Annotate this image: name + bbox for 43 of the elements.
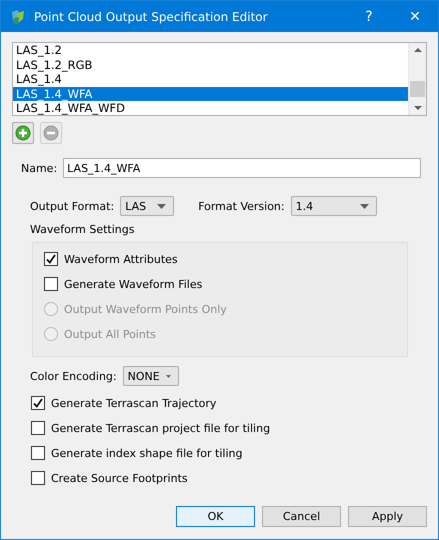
add-button[interactable]	[12, 122, 34, 144]
scroll-up-icon[interactable]	[414, 48, 422, 52]
checkbox[interactable]	[31, 396, 45, 410]
name-field[interactable]: LAS_1.4_WFA	[63, 158, 422, 178]
scroll-down-icon[interactable]	[414, 106, 422, 110]
option-label: Output All Points	[64, 328, 156, 340]
help-button[interactable]: ?	[346, 8, 392, 24]
option-label: Generate Terrascan project file for tiling	[51, 422, 270, 434]
scrollbar[interactable]	[408, 43, 426, 115]
close-button[interactable]: ✕	[392, 8, 438, 24]
caret-icon	[157, 204, 166, 208]
list-item[interactable]: LAS_1.4	[13, 72, 408, 86]
checkbox[interactable]	[31, 421, 45, 435]
list-item[interactable]: LAS_1.4_WFA	[13, 86, 408, 101]
list-item[interactable]: LAS_1.2_RGB	[13, 58, 408, 72]
output-format-label: Output Format:	[30, 200, 114, 212]
option-label: Generate Terrascan Trajectory	[51, 396, 216, 410]
option-label: Generate Waveform Files	[64, 278, 202, 290]
option-label: Output Waveform Points Only	[64, 302, 227, 316]
checkbox[interactable]	[44, 252, 58, 266]
output-format-dropdown[interactable]: LAS	[120, 196, 174, 216]
list-item[interactable]: LAS_1.4_WFA_WFD	[13, 101, 408, 115]
format-version-dropdown[interactable]: 1.4	[290, 196, 377, 216]
name-label: Name:	[21, 162, 58, 174]
color-encoding-label: Color Encoding:	[30, 370, 117, 382]
caret-icon	[166, 374, 171, 378]
option-label: Waveform Attributes	[64, 252, 178, 266]
scrollbar-thumb[interactable]	[410, 81, 425, 97]
option-label: Generate index shape file for tiling	[51, 446, 242, 460]
checkbox[interactable]	[31, 471, 45, 485]
app-logo-icon	[10, 8, 26, 24]
checkbox[interactable]	[44, 277, 58, 291]
window-title: Point Cloud Output Specification Editor	[34, 10, 269, 24]
waveform-settings-heading: Waveform Settings	[29, 223, 136, 236]
list-item[interactable]: LAS_1.2	[13, 43, 408, 58]
dialog-button[interactable]: Apply	[348, 506, 427, 527]
dialog-button[interactable]: Cancel	[262, 506, 341, 527]
checkbox[interactable]	[31, 446, 45, 460]
option-label: Create Source Footprints	[51, 472, 188, 484]
format-version-label: Format Version:	[198, 200, 285, 212]
dialog-button[interactable]: OK	[176, 506, 255, 527]
color-encoding-dropdown[interactable]: NONE	[122, 366, 179, 386]
caret-icon	[360, 204, 369, 208]
